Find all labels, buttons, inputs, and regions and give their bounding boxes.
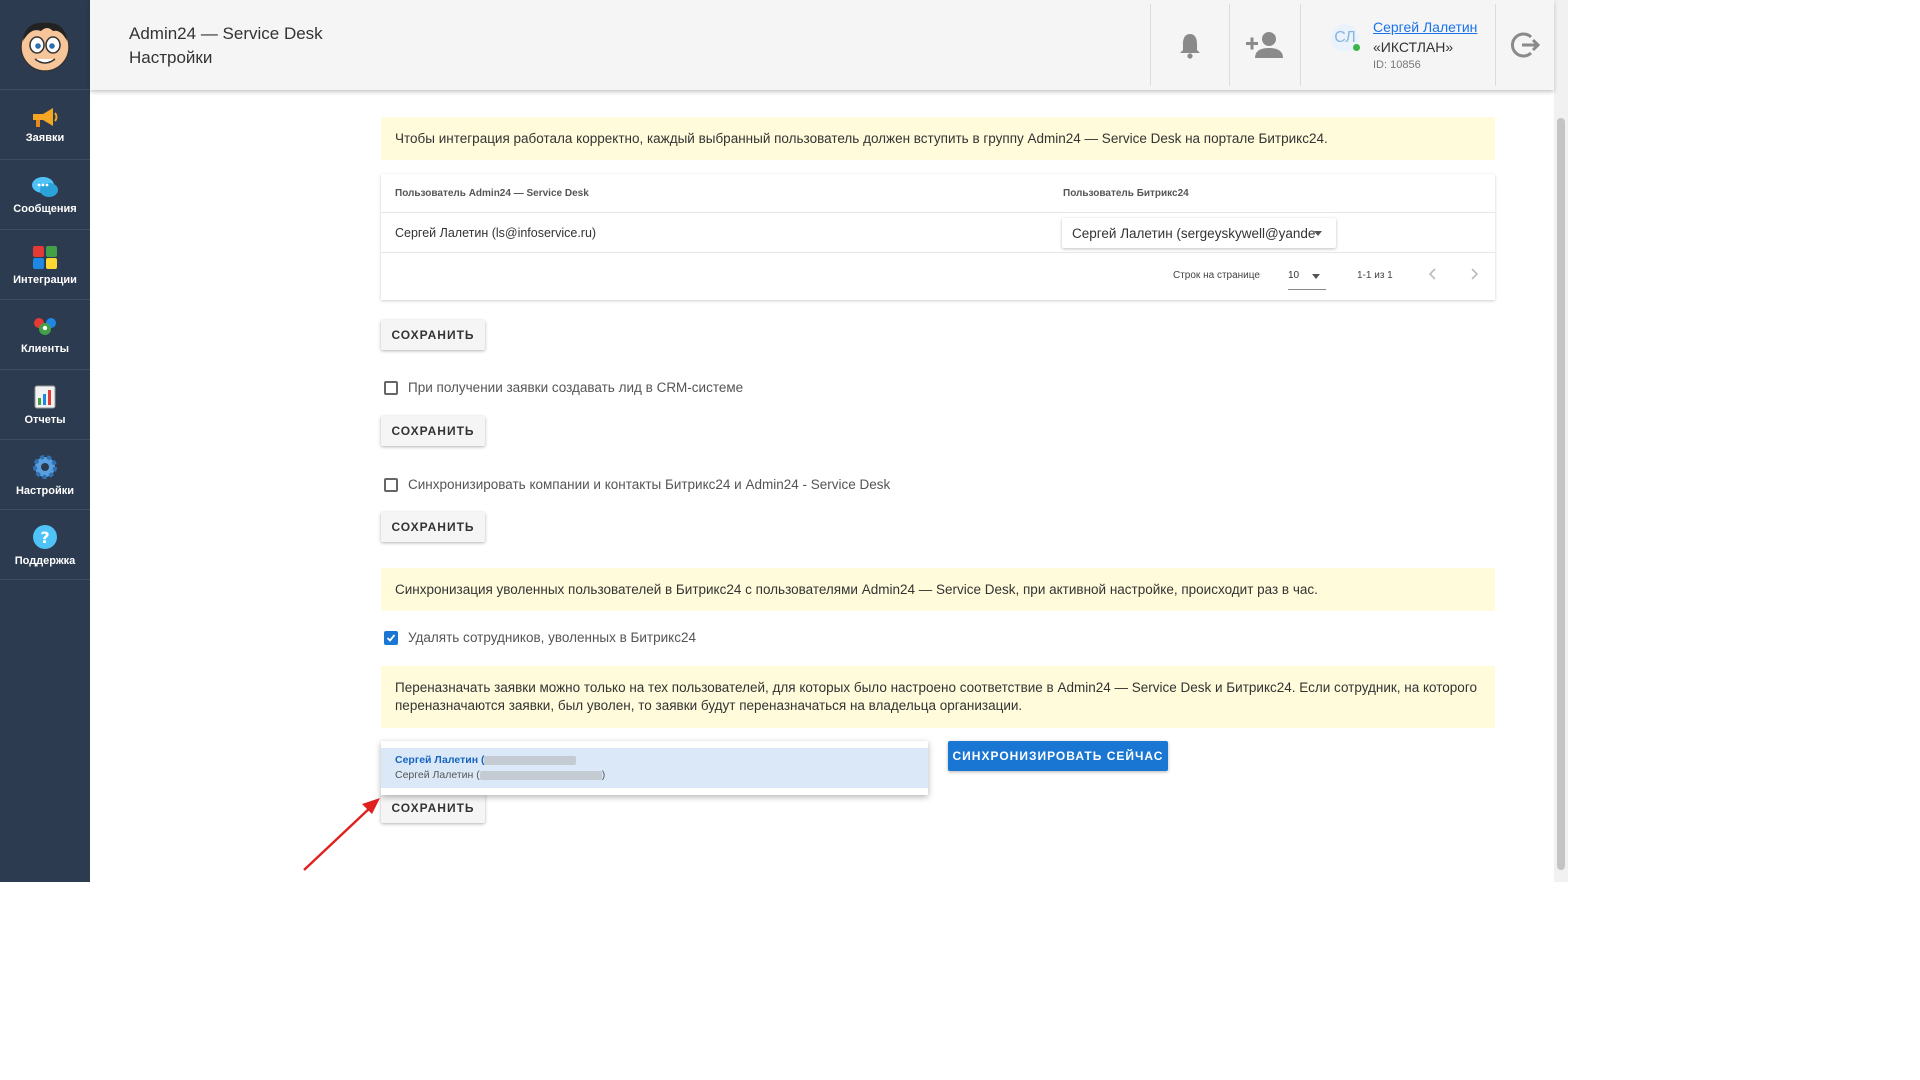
user-name-link[interactable]: Сергей Лалетин xyxy=(1373,19,1477,35)
save-reassign-button[interactable]: СОХРАНИТЬ xyxy=(381,793,485,823)
report-icon xyxy=(34,385,56,408)
puzzle-icon xyxy=(33,245,57,269)
logout-button[interactable] xyxy=(1495,4,1554,86)
fired-sync-note: Синхронизация уволенных пользователей в … xyxy=(381,568,1495,611)
user-id: ID: 10856 xyxy=(1373,59,1421,71)
bitrix-user-select[interactable]: Сергей Лалетин (sergeyskywell@yande xyxy=(1062,218,1336,248)
delete-fired-option[interactable]: Удалять сотрудников, уволенных в Битрикс… xyxy=(384,630,696,645)
row-divider xyxy=(381,252,1495,253)
notifications-button[interactable] xyxy=(1150,4,1229,86)
delete-fired-checkbox[interactable] xyxy=(384,630,398,645)
top-header: Admin24 — Service Desk Настройки СЛ Серг… xyxy=(90,0,1554,90)
crm-lead-option[interactable]: При получении заявки создавать лид в CRM… xyxy=(384,380,743,395)
bitrix-user-select-value: Сергей Лалетин (sergeyskywell@yande xyxy=(1072,225,1316,241)
bell-icon xyxy=(1180,34,1200,59)
crm-lead-checkbox[interactable] xyxy=(384,380,398,395)
sync-contacts-option[interactable]: Синхронизировать компании и контакты Бит… xyxy=(384,477,890,492)
admin-user-cell: Сергей Лалетин (ls@infoservice.ru) xyxy=(395,226,597,240)
chevron-down-icon xyxy=(1312,274,1320,279)
save-sync-button[interactable]: СОХРАНИТЬ xyxy=(381,512,485,542)
blurred-email xyxy=(479,770,602,780)
prev-page-icon[interactable] xyxy=(1425,266,1441,282)
blurred-email xyxy=(484,755,577,765)
user-mapping-table: Пользователь Admin24 — Service Desk Поль… xyxy=(381,174,1495,300)
page-title: Настройки xyxy=(129,48,213,67)
rows-per-page-value: 10 xyxy=(1288,270,1300,281)
reassign-user-dropdown[interactable]: Сергей Лалетин ( Сергей Лалетин () xyxy=(381,741,928,795)
sidebar-item-clients[interactable]: Клиенты xyxy=(0,300,90,370)
rows-per-page-select[interactable]: 10 xyxy=(1288,264,1326,290)
dropdown-option-1-text: Сергей Лалетин ( xyxy=(395,754,485,766)
sync-contacts-label: Синхронизировать компании и контакты Бит… xyxy=(408,477,891,492)
logout-icon xyxy=(1511,32,1540,58)
column-header-bitrix: Пользователь Битрикс24 xyxy=(1063,188,1189,199)
dropdown-option-1[interactable]: Сергей Лалетин ( xyxy=(395,754,577,766)
crm-lead-label: При получении заявки создавать лид в CRM… xyxy=(408,380,744,395)
sidebar-item-reports[interactable]: Отчеты xyxy=(0,370,90,440)
integration-note: Чтобы интеграция работала корректно, каж… xyxy=(381,117,1495,160)
dropdown-option-2[interactable]: Сергей Лалетин () xyxy=(395,769,605,781)
column-header-admin: Пользователь Admin24 — Service Desk xyxy=(395,188,589,199)
question-icon: ? xyxy=(33,524,57,549)
sidebar-item-integrations[interactable]: Интеграции xyxy=(0,230,90,300)
chevron-down-icon xyxy=(1314,231,1322,236)
app-logo[interactable] xyxy=(0,0,90,90)
next-page-icon[interactable] xyxy=(1466,266,1482,282)
gear-icon xyxy=(33,454,57,479)
rows-per-page-label: Строк на странице xyxy=(1173,270,1260,281)
people-icon xyxy=(34,317,56,335)
annotation-arrow-icon xyxy=(303,798,380,871)
sync-now-button[interactable]: СИНХРОНИЗИРОВАТЬ СЕЙЧАС xyxy=(948,741,1168,771)
sidebar-item-label: Настройки xyxy=(15,484,75,497)
sidebar-item-label: Поддержка xyxy=(14,554,76,567)
svg-text:?: ? xyxy=(40,528,49,547)
sidebar-item-support[interactable]: ? Поддержка xyxy=(0,510,90,580)
sidebar-item-label: Клиенты xyxy=(20,342,69,355)
reassign-note: Переназначать заявки можно только на тех… xyxy=(381,666,1495,728)
sync-contacts-checkbox[interactable] xyxy=(384,477,398,492)
sidebar-item-label: Интеграции xyxy=(13,273,77,286)
sidebar: Заявки Сообщения Интеграции Клиенты Отче… xyxy=(0,0,90,882)
user-profile: СЛ Сергей Лалетин «ИКСТЛАН» ID: 10856 xyxy=(1300,4,1495,86)
sidebar-item-messages[interactable]: Сообщения xyxy=(0,160,90,230)
pagination-info: 1-1 из 1 xyxy=(1357,270,1393,281)
app-name: Admin24 — Service Desk xyxy=(129,24,323,43)
user-organization: «ИКСТЛАН» xyxy=(1373,39,1454,55)
chat-bubbles-icon xyxy=(32,176,58,197)
sidebar-item-label: Отчеты xyxy=(24,413,66,426)
online-status-dot xyxy=(1353,44,1360,51)
add-user-button[interactable] xyxy=(1229,4,1300,86)
header-divider xyxy=(381,212,1495,213)
dropdown-option-2-text: Сергей Лалетин ( xyxy=(395,769,480,781)
save-crm-button[interactable]: СОХРАНИТЬ xyxy=(381,416,485,446)
header-title: Admin24 — Service Desk Настройки xyxy=(129,22,323,70)
save-mapping-button[interactable]: СОХРАНИТЬ xyxy=(381,320,485,350)
dropdown-option-2-close: ) xyxy=(601,769,606,781)
sidebar-item-settings[interactable]: Настройки xyxy=(0,440,90,510)
scrollbar-thumb[interactable] xyxy=(1557,118,1565,870)
add-user-icon xyxy=(1246,32,1283,58)
mascot-logo-icon xyxy=(20,21,70,72)
checkmark-icon xyxy=(386,633,396,642)
megaphone-icon xyxy=(33,107,58,127)
sidebar-item-label: Сообщения xyxy=(13,202,77,215)
page-scrollbar[interactable] xyxy=(1554,0,1568,882)
sidebar-item-label: Заявки xyxy=(25,131,65,144)
delete-fired-label: Удалять сотрудников, уволенных в Битрикс… xyxy=(408,630,696,645)
sidebar-item-tickets[interactable]: Заявки xyxy=(0,90,90,160)
